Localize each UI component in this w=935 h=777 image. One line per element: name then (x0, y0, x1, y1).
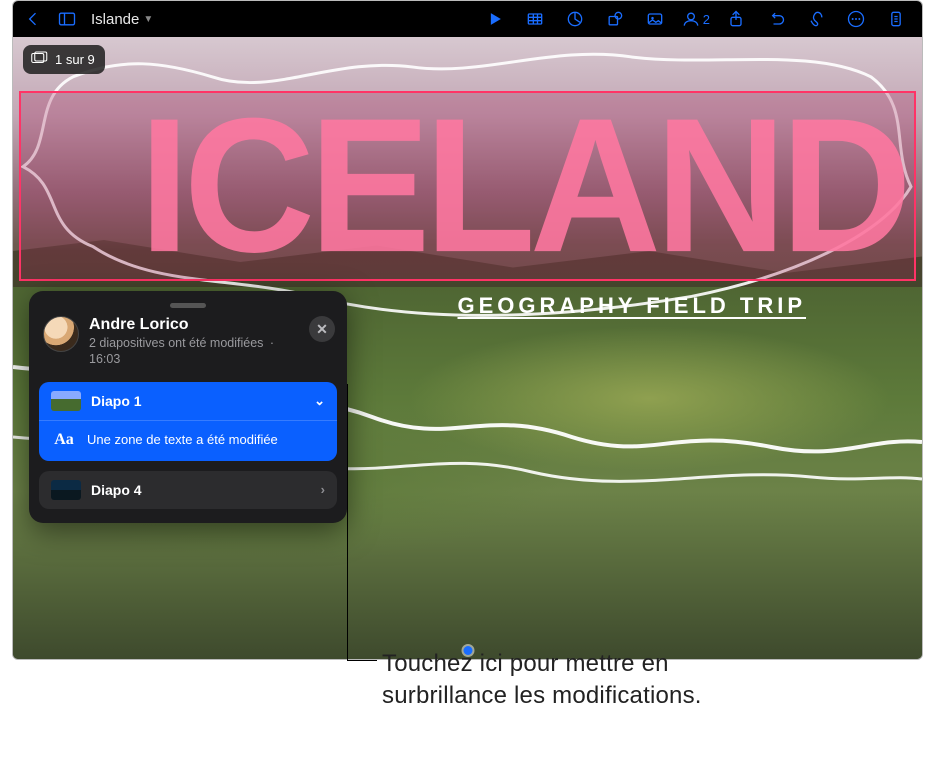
slide-counter-text: 1 sur 9 (55, 52, 95, 67)
chevron-right-icon: › (321, 482, 325, 497)
activity-summary: 2 diapositives ont été modifiées · 16:03 (89, 335, 333, 368)
chart-button[interactable] (561, 5, 589, 33)
slide-thumbnail (51, 480, 81, 500)
callout-leader-elbow (347, 660, 377, 661)
collab-count: 2 (703, 12, 710, 27)
collaboration-button[interactable]: 2 (681, 5, 710, 33)
activity-item-diapo4[interactable]: Diapo 4 › (39, 471, 337, 509)
activity-popover: Andre Lorico 2 diapositives ont été modi… (29, 291, 347, 523)
app-window: Islande ▼ 2 (12, 0, 923, 660)
toolbar: Islande ▼ 2 (13, 1, 922, 37)
share-button[interactable] (722, 5, 750, 33)
shape-button[interactable] (601, 5, 629, 33)
slide-canvas[interactable]: ICELAND GEOGRAPHY FIELD TRIP 1 sur 9 And… (13, 37, 922, 659)
activity-item-detail[interactable]: Aa Une zone de texte a été modifiée (39, 420, 337, 461)
slide-title: ICELAND (139, 100, 906, 272)
document-title-text: Islande (91, 11, 139, 28)
activity-user-name: Andre Lorico (89, 316, 333, 334)
sidebar-toggle-button[interactable] (53, 5, 81, 33)
title-text-box[interactable]: ICELAND (19, 91, 916, 281)
callout-text: Touchez ici pour mettre en surbrillance … (382, 648, 702, 713)
avatar (43, 316, 79, 352)
activity-detail-text: Une zone de texte a été modifiée (87, 432, 278, 447)
back-button[interactable] (19, 5, 47, 33)
callout-leader-line (347, 384, 348, 660)
undo-button[interactable] (762, 5, 790, 33)
slide-subtitle[interactable]: GEOGRAPHY FIELD TRIP (458, 293, 807, 319)
slide-thumbnail (51, 391, 81, 411)
activity-item-label: Diapo 4 (91, 482, 142, 498)
format-brush-button[interactable] (802, 5, 830, 33)
document-title[interactable]: Islande ▼ (91, 11, 153, 28)
slides-icon (31, 51, 49, 68)
chevron-down-icon: ▼ (143, 14, 153, 25)
text-icon: Aa (51, 431, 77, 449)
media-button[interactable] (641, 5, 669, 33)
activity-item-label: Diapo 1 (91, 393, 142, 409)
activity-item-diapo1[interactable]: Diapo 1 ⌄ Aa Une zone de texte a été mod… (39, 382, 337, 461)
drag-handle[interactable] (170, 303, 206, 308)
document-options-button[interactable] (882, 5, 910, 33)
close-icon: ✕ (316, 321, 328, 338)
table-button[interactable] (521, 5, 549, 33)
chevron-down-icon: ⌄ (314, 393, 325, 409)
more-button[interactable] (842, 5, 870, 33)
slide-counter-badge[interactable]: 1 sur 9 (23, 45, 105, 74)
close-button[interactable]: ✕ (309, 316, 335, 342)
play-button[interactable] (481, 5, 509, 33)
